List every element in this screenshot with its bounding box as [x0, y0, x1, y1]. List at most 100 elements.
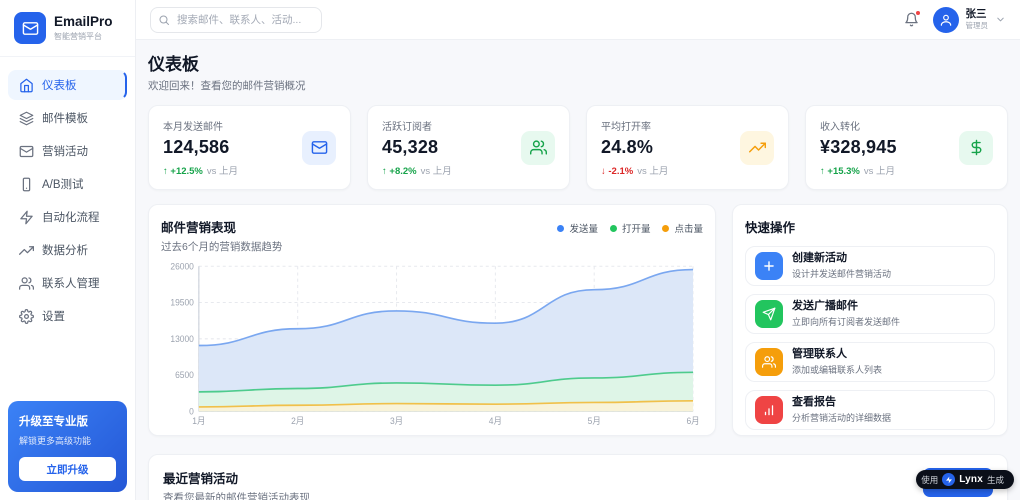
- stat-delta: ↑ +15.3% vs 上月: [820, 163, 897, 177]
- search-icon: [158, 14, 170, 26]
- lynx-bolt-icon: [942, 473, 955, 486]
- stat-value: 124,586: [163, 137, 238, 158]
- chart-subtitle: 过去6个月的营销数据趋势: [161, 239, 282, 254]
- notification-dot: [915, 10, 921, 16]
- brand-tagline: 智能营销平台: [54, 31, 113, 42]
- avatar: [933, 7, 959, 33]
- search-box: [150, 7, 322, 33]
- page-title: 仪表板: [148, 50, 1008, 75]
- dollar-icon: [959, 131, 993, 165]
- stat-delta: ↑ +8.2% vs 上月: [382, 163, 452, 177]
- legend-item-sent[interactable]: 发送量: [557, 221, 598, 235]
- sidebar-item-settings[interactable]: 设置: [8, 301, 127, 331]
- svg-text:13000: 13000: [170, 334, 194, 344]
- page-subtitle: 欢迎回来！查看您的邮件营销概况: [148, 78, 1008, 93]
- area-chart: 065001300019500260001月2月3月4月5月6月: [161, 260, 703, 428]
- quick-actions-title: 快速操作: [745, 217, 995, 236]
- quick-action-manage-contacts[interactable]: 管理联系人 添加或编辑联系人列表: [745, 342, 995, 382]
- mail-icon: [19, 144, 34, 159]
- upgrade-card: 升级至专业版 解锁更多高级功能 立即升级: [8, 401, 127, 492]
- stat-value: ¥328,945: [820, 137, 897, 158]
- sidebar-item-templates[interactable]: 邮件模板: [8, 103, 127, 133]
- layers-icon: [19, 111, 34, 126]
- recent-title: 最近营销活动: [163, 468, 310, 487]
- home-icon: [19, 78, 34, 93]
- users-icon: [755, 348, 783, 376]
- chart-legend: 发送量 打开量 点击量: [557, 221, 703, 235]
- recent-subtitle: 查看您最新的邮件营销活动表现: [163, 490, 310, 500]
- legend-dot: [610, 225, 617, 232]
- topbar-right: 张三 管理员: [904, 7, 1007, 33]
- svg-text:5月: 5月: [588, 416, 601, 426]
- sidebar-nav: 仪表板 邮件模板 营销活动 A/B测试 自动化流程 数据分析: [0, 57, 135, 331]
- notification-bell-icon[interactable]: [904, 12, 919, 27]
- svg-text:6500: 6500: [175, 370, 194, 380]
- quick-actions-card: 快速操作 创建新活动 设计并发送邮件营销活动: [732, 204, 1008, 436]
- stat-value: 45,328: [382, 137, 452, 158]
- quick-action-view-reports[interactable]: 查看报告 分析营销活动的详细数据: [745, 390, 995, 430]
- sidebar-item-label: 数据分析: [42, 242, 88, 258]
- sidebar-item-campaigns[interactable]: 营销活动: [8, 136, 127, 166]
- sidebar-item-label: A/B测试: [42, 176, 84, 192]
- stat-label: 本月发送邮件: [163, 118, 238, 133]
- sidebar-item-analytics[interactable]: 数据分析: [8, 235, 127, 265]
- recent-campaigns-card: 最近营销活动 查看您最新的邮件营销活动表现 查看全部 活动名称 状态 发送量 打…: [148, 454, 1008, 500]
- svg-text:19500: 19500: [170, 297, 194, 307]
- stat-label: 活跃订阅者: [382, 118, 452, 133]
- content: 仪表板 欢迎回来！查看您的邮件营销概况 本月发送邮件 124,586 ↑ +12…: [136, 40, 1020, 500]
- sidebar-item-dashboard[interactable]: 仪表板: [8, 70, 127, 100]
- main-column: 张三 管理员 仪表板 欢迎回来！查看您的邮件营销概况 本月发送邮件 124,5: [136, 0, 1020, 500]
- made-with-lynx-badge[interactable]: 使用 Lynx 生成: [916, 470, 1014, 489]
- trending-up-icon: [19, 243, 34, 258]
- gear-icon: [19, 309, 34, 324]
- legend-item-clicks[interactable]: 点击量: [662, 221, 703, 235]
- sidebar-item-label: 自动化流程: [42, 209, 100, 225]
- brand: EmailPro 智能营销平台: [0, 0, 135, 57]
- send-icon: [755, 300, 783, 328]
- svg-text:2月: 2月: [291, 416, 304, 426]
- stat-label: 平均打开率: [601, 118, 668, 133]
- sidebar-item-label: 仪表板: [42, 77, 77, 93]
- stat-cards: 本月发送邮件 124,586 ↑ +12.5% vs 上月 活跃订阅者: [148, 105, 1008, 190]
- user-menu[interactable]: 张三 管理员: [933, 7, 1007, 33]
- svg-text:1月: 1月: [192, 416, 205, 426]
- sidebar: EmailPro 智能营销平台 仪表板 邮件模板 营销活动 A/B测试: [0, 0, 136, 500]
- trending-up-icon: [740, 131, 774, 165]
- quick-action-create-campaign[interactable]: 创建新活动 设计并发送邮件营销活动: [745, 246, 995, 286]
- legend-item-opens[interactable]: 打开量: [610, 221, 651, 235]
- svg-text:26000: 26000: [170, 261, 194, 271]
- upgrade-button[interactable]: 立即升级: [19, 457, 116, 481]
- stat-label: 收入转化: [820, 118, 897, 133]
- users-icon: [521, 131, 555, 165]
- app-window: EmailPro 智能营销平台 仪表板 邮件模板 营销活动 A/B测试: [0, 0, 1020, 500]
- brand-name: EmailPro: [54, 14, 113, 30]
- legend-dot: [557, 225, 564, 232]
- sidebar-item-label: 设置: [42, 308, 65, 324]
- smartphone-icon: [19, 177, 34, 192]
- stat-value: 24.8%: [601, 137, 668, 158]
- topbar: 张三 管理员: [136, 0, 1020, 40]
- middle-row: 邮件营销表现 过去6个月的营销数据趋势 发送量 打开量: [148, 204, 1008, 436]
- stat-card-emails-sent: 本月发送邮件 124,586 ↑ +12.5% vs 上月: [148, 105, 351, 190]
- svg-text:4月: 4月: [489, 416, 502, 426]
- upgrade-subtitle: 解锁更多高级功能: [19, 434, 116, 447]
- chevron-down-icon: [995, 14, 1006, 25]
- sidebar-item-label: 邮件模板: [42, 110, 88, 126]
- user-role: 管理员: [966, 20, 989, 31]
- bar-chart-icon: [755, 396, 783, 424]
- quick-action-broadcast[interactable]: 发送广播邮件 立即向所有订阅者发送邮件: [745, 294, 995, 334]
- brand-logo-mail-icon: [14, 12, 46, 44]
- sidebar-item-ab-test[interactable]: A/B测试: [8, 169, 127, 199]
- stat-card-revenue: 收入转化 ¥328,945 ↑ +15.3% vs 上月: [805, 105, 1008, 190]
- zap-icon: [19, 210, 34, 225]
- sidebar-item-automation[interactable]: 自动化流程: [8, 202, 127, 232]
- user-name: 张三: [966, 8, 989, 21]
- stat-card-open-rate: 平均打开率 24.8% ↓ -2.1% vs 上月: [586, 105, 789, 190]
- performance-chart-card: 邮件营销表现 过去6个月的营销数据趋势 发送量 打开量: [148, 204, 716, 436]
- chart-title: 邮件营销表现: [161, 217, 282, 236]
- search-input[interactable]: [150, 7, 322, 33]
- sidebar-item-contacts[interactable]: 联系人管理: [8, 268, 127, 298]
- stat-delta: ↓ -2.1% vs 上月: [601, 163, 668, 177]
- sidebar-item-label: 营销活动: [42, 143, 88, 159]
- users-icon: [19, 276, 34, 291]
